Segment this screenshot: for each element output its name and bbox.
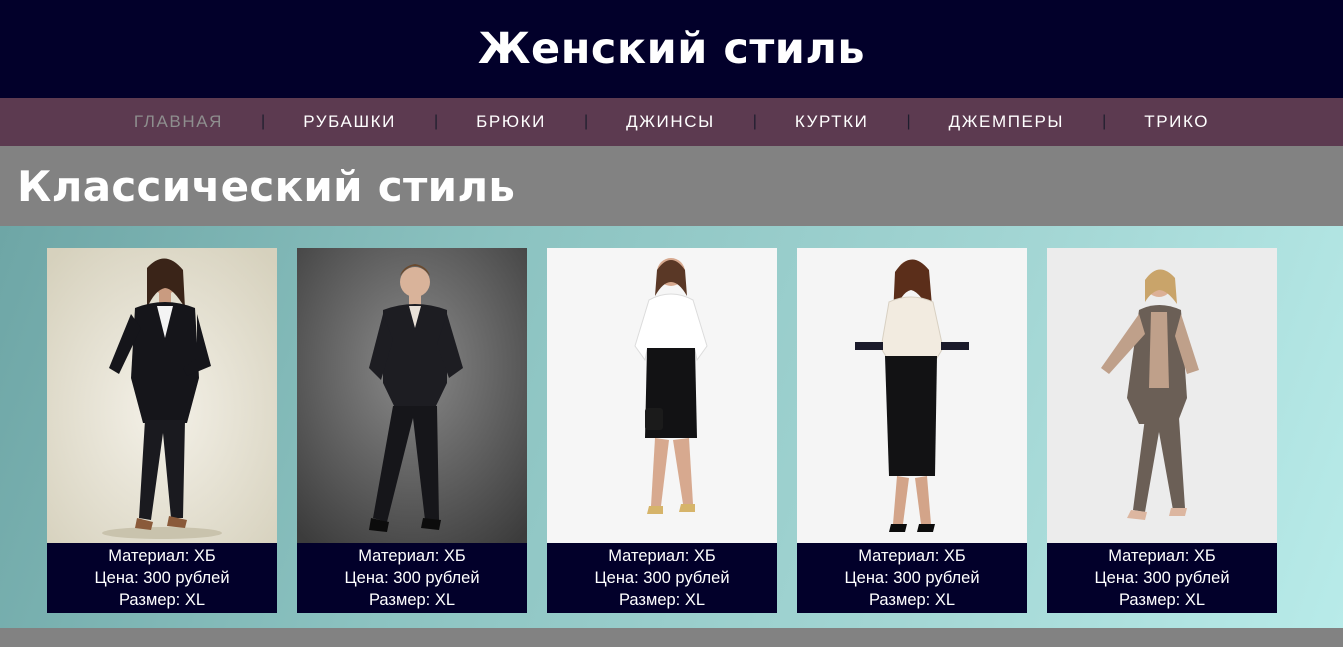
- product-size: Размер: XL: [368, 591, 456, 609]
- product-card[interactable]: Материал: ХБ Цена: 300 рублей Размер: XL: [1047, 248, 1277, 613]
- product-price: Цена: 300 рублей: [344, 569, 480, 587]
- product-image: [797, 248, 1027, 543]
- product-price: Цена: 300 рублей: [1094, 569, 1230, 587]
- product-image: [547, 248, 777, 543]
- product-price: Цена: 300 рублей: [844, 569, 980, 587]
- site-title: Женский стиль: [477, 24, 866, 74]
- product-image: [297, 248, 527, 543]
- product-photo[interactable]: [1047, 248, 1277, 543]
- main-nav: ГЛАВНАЯ | РУБАШКИ | БРЮКИ | ДЖИНСЫ | КУР…: [0, 98, 1343, 146]
- product-photo[interactable]: [547, 248, 777, 543]
- section-header: Классический стиль: [0, 146, 1343, 226]
- section-title: Классический стиль: [17, 161, 516, 211]
- nav-item-trousers[interactable]: БРЮКИ: [438, 112, 584, 132]
- nav-item-jumpers[interactable]: ДЖЕМПЕРЫ: [911, 112, 1102, 132]
- site-header: Женский стиль: [0, 0, 1343, 98]
- product-caption: Материал: ХБ Цена: 300 рублей Размер: XL: [547, 543, 777, 613]
- product-material: Материал: ХБ: [358, 547, 466, 565]
- product-photo[interactable]: [797, 248, 1027, 543]
- product-material: Материал: ХБ: [608, 547, 716, 565]
- nav-item-knitwear[interactable]: ТРИКО: [1106, 112, 1247, 132]
- product-size: Размер: XL: [118, 591, 206, 609]
- product-material: Материал: ХБ: [858, 547, 966, 565]
- product-size: Размер: XL: [1118, 591, 1206, 609]
- nav-item-shirts[interactable]: РУБАШКИ: [265, 112, 434, 132]
- footer-band: [0, 628, 1343, 647]
- product-size: Размер: XL: [618, 591, 706, 609]
- product-photo[interactable]: [297, 248, 527, 543]
- product-photo[interactable]: [47, 248, 277, 543]
- nav-item-jeans[interactable]: ДЖИНСЫ: [588, 112, 753, 132]
- product-image: [1047, 248, 1277, 543]
- product-caption: Материал: ХБ Цена: 300 рублей Размер: XL: [297, 543, 527, 613]
- product-caption: Материал: ХБ Цена: 300 рублей Размер: XL: [1047, 543, 1277, 613]
- product-caption: Материал: ХБ Цена: 300 рублей Размер: XL: [797, 543, 1027, 613]
- product-price: Цена: 300 рублей: [594, 569, 730, 587]
- product-image: [47, 248, 277, 543]
- product-card[interactable]: Материал: ХБ Цена: 300 рублей Размер: XL: [797, 248, 1027, 613]
- product-size: Размер: XL: [868, 591, 956, 609]
- product-price: Цена: 300 рублей: [94, 569, 230, 587]
- product-caption: Материал: ХБ Цена: 300 рублей Размер: XL: [47, 543, 277, 613]
- product-card[interactable]: Материал: ХБ Цена: 300 рублей Размер: XL: [547, 248, 777, 613]
- product-card[interactable]: Материал: ХБ Цена: 300 рублей Размер: XL: [297, 248, 527, 613]
- nav-item-home[interactable]: ГЛАВНАЯ: [96, 112, 261, 132]
- nav-item-jackets[interactable]: КУРТКИ: [757, 112, 907, 132]
- product-card[interactable]: Материал: ХБ Цена: 300 рублей Размер: XL: [47, 248, 277, 613]
- product-material: Материал: ХБ: [1108, 547, 1216, 565]
- product-material: Материал: ХБ: [108, 547, 216, 565]
- product-gallery: Материал: ХБ Цена: 300 рублей Размер: XL: [0, 226, 1343, 628]
